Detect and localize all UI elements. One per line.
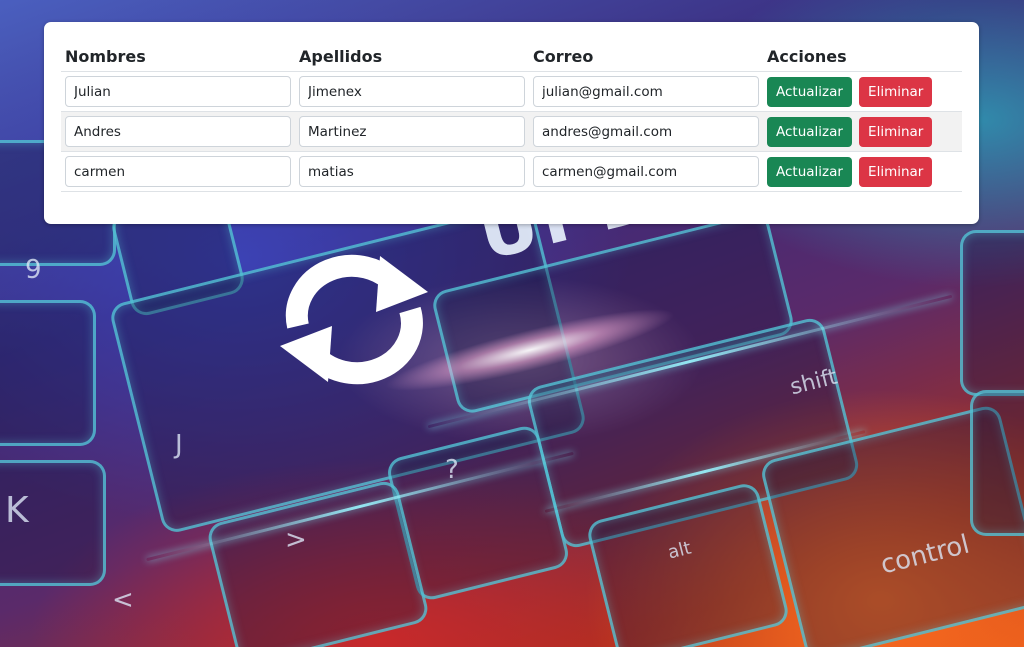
correo-input[interactable] [533,76,759,107]
delete-button[interactable]: Eliminar [859,116,933,147]
update-button[interactable]: Actualizar [767,76,852,107]
keyboard-key [970,390,1024,536]
key-label: > [285,525,307,555]
table-header-row: Nombres Apellidos Correo Acciones [61,42,962,72]
table-row: Actualizar Eliminar [61,111,962,152]
key-label: 9 [25,255,42,285]
correo-input[interactable] [533,156,759,187]
nombre-input[interactable] [65,76,291,107]
users-card: Nombres Apellidos Correo Acciones Actual… [44,22,979,224]
nombre-input[interactable] [65,156,291,187]
correo-input[interactable] [533,116,759,147]
header-acciones: Acciones [763,42,962,72]
apellido-input[interactable] [299,116,525,147]
nombre-input[interactable] [65,116,291,147]
apellido-input[interactable] [299,156,525,187]
table-row: Actualizar Eliminar [61,71,962,112]
apellido-input[interactable] [299,76,525,107]
key-label: J [175,430,183,460]
header-nombres: Nombres [61,42,295,72]
update-button[interactable]: Actualizar [767,156,852,187]
keyboard-key [0,300,96,446]
header-correo: Correo [529,42,763,72]
key-label: ? [445,455,459,485]
table-row: Actualizar Eliminar [61,151,962,192]
keyboard-key [960,230,1024,396]
users-table: Nombres Apellidos Correo Acciones Actual… [61,42,962,192]
delete-button[interactable]: Eliminar [859,76,933,107]
update-button[interactable]: Actualizar [767,116,852,147]
header-apellidos: Apellidos [295,42,529,72]
key-label: < [112,585,134,615]
key-label: K [5,490,29,531]
delete-button[interactable]: Eliminar [859,156,933,187]
refresh-icon [280,254,428,385]
